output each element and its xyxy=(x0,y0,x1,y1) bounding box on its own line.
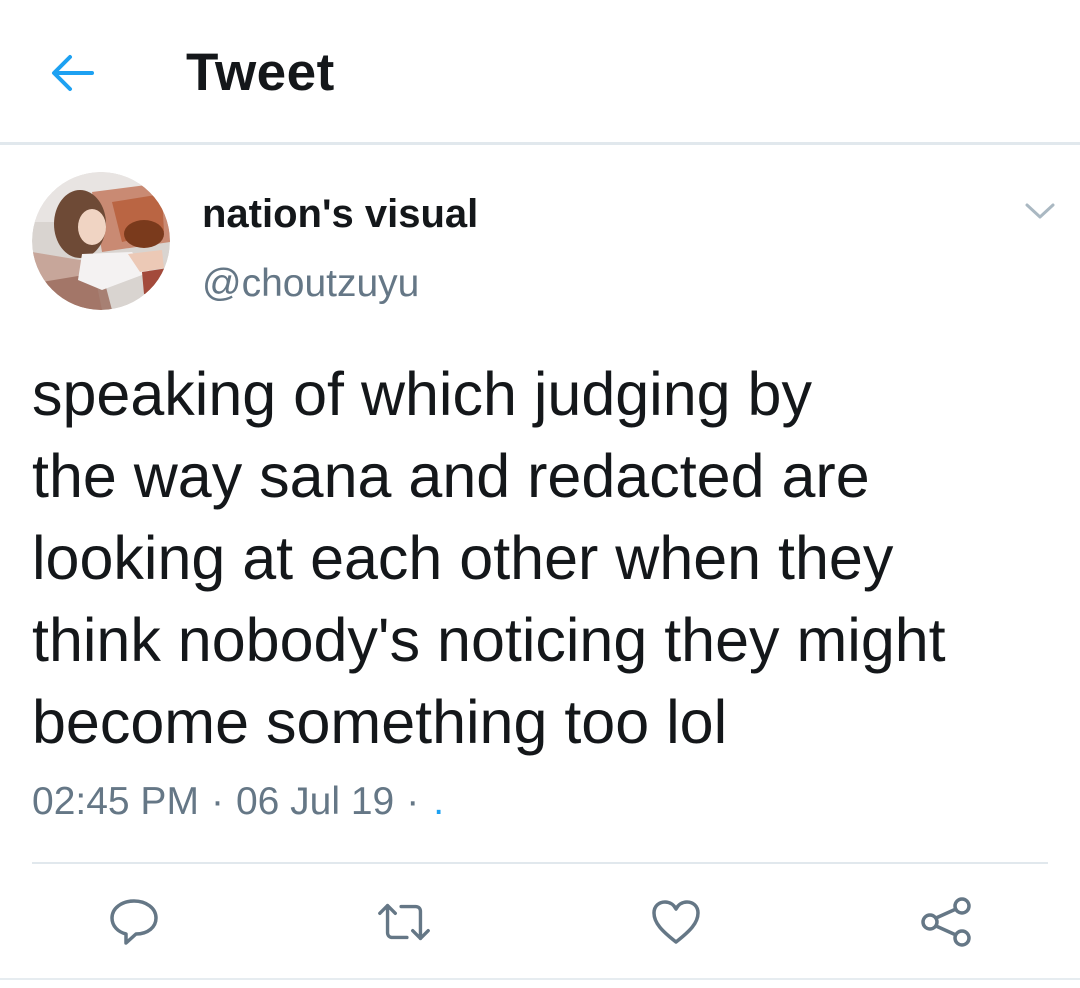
bottom-divider xyxy=(0,978,1080,980)
arrow-left-icon xyxy=(52,55,94,91)
back-button[interactable] xyxy=(44,48,100,98)
author-handle[interactable]: @choutzuyu xyxy=(202,262,419,306)
meta-separator: · xyxy=(210,780,224,823)
reply-button[interactable] xyxy=(104,894,164,950)
tweet-date[interactable]: 06 Jul 19 xyxy=(236,780,394,824)
heart-icon xyxy=(652,900,700,944)
tweet-text: speaking of which judging by the way san… xyxy=(32,360,946,756)
author-display-name[interactable]: nation's visual xyxy=(202,192,478,237)
retweet-button[interactable] xyxy=(374,894,434,950)
page-title: Tweet xyxy=(186,43,335,102)
tweet-metadata: 02:45 PM · 06 Jul 19 · . xyxy=(32,780,444,824)
share-button[interactable] xyxy=(916,894,976,950)
tweet-menu-button[interactable] xyxy=(1018,196,1062,226)
meta-separator: · xyxy=(406,780,420,823)
reply-icon xyxy=(110,899,158,945)
avatar[interactable] xyxy=(32,172,170,310)
tweet-time[interactable]: 02:45 PM xyxy=(32,780,199,824)
tweet-source[interactable]: . xyxy=(433,780,444,824)
chevron-down-icon xyxy=(1025,203,1055,219)
app-header: Tweet xyxy=(0,0,1080,145)
tweet-actions xyxy=(0,864,1080,988)
like-button[interactable] xyxy=(646,894,706,950)
share-icon xyxy=(921,897,971,947)
retweet-icon xyxy=(378,903,430,941)
